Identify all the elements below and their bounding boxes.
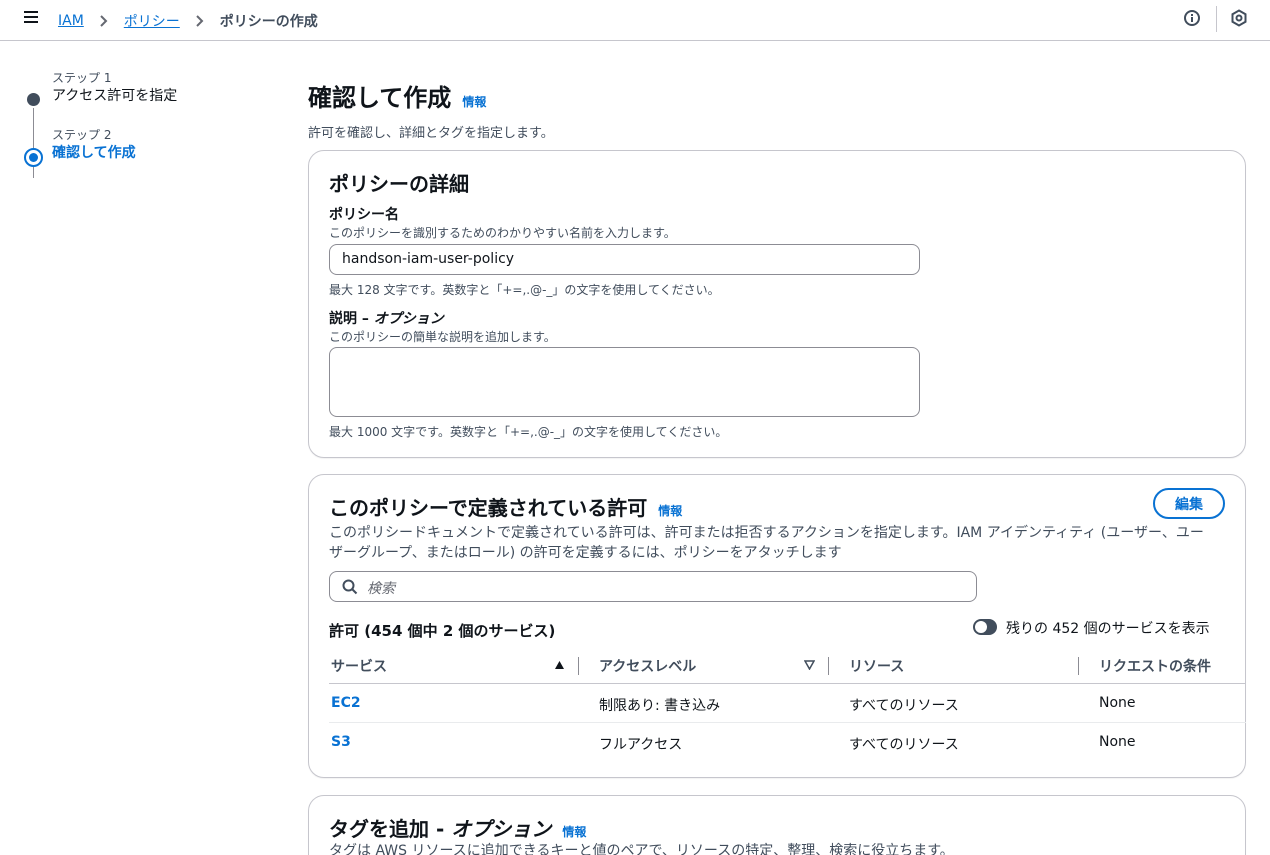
panel-title: このポリシーで定義されている許可 — [329, 496, 648, 520]
breadcrumb-policies[interactable]: ポリシー — [124, 11, 180, 31]
menu-icon[interactable] — [24, 11, 38, 23]
top-navigation: IAM ポリシー ポリシーの作成 — [0, 0, 1270, 41]
toggle-label: 残りの 452 個のサービスを表示 — [1006, 621, 1210, 637]
info-link[interactable]: 情報 — [658, 504, 682, 518]
permissions-table: サービス アクセスレベル リソース リクエストの条件 EC2 制限あり: 書き込… — [329, 645, 1246, 762]
info-link[interactable]: 情報 — [562, 825, 586, 839]
policy-name-input[interactable]: handson-iam-user-policy — [329, 244, 920, 275]
chevron-right-icon — [192, 13, 208, 29]
tags-header: タグを追加 - オプション 情報 — [329, 813, 586, 842]
search-icon — [342, 579, 358, 595]
chevron-right-icon — [96, 13, 112, 29]
step-indicator-icon — [27, 93, 40, 106]
service-link[interactable]: EC2 — [331, 695, 361, 711]
info-icon[interactable] — [1183, 9, 1201, 27]
panel-title-text: タグを追加 - — [329, 817, 452, 841]
sort-ascending-icon[interactable] — [554, 658, 565, 674]
access-level-cell: 制限あり: 書き込み — [599, 698, 721, 714]
description-hint: このポリシーの簡単な説明を追加します。 — [329, 330, 556, 344]
page-title: 確認して作成 — [308, 84, 452, 112]
table-title: 許可 (454 個中 2 個のサービス) — [329, 622, 556, 640]
column-header-resource[interactable]: リソース — [849, 656, 904, 676]
resource-cell: すべてのリソース — [849, 698, 959, 714]
description-label-text: 説明 – — [329, 311, 374, 327]
resource-cell: すべてのリソース — [849, 737, 959, 753]
column-header-condition[interactable]: リクエストの条件 — [1099, 656, 1211, 676]
condition-cell: None — [1099, 695, 1136, 711]
description-label: 説明 – オプション — [329, 308, 444, 328]
policy-details-panel: ポリシーの詳細 ポリシー名 このポリシーを識別するためのわかりやすい名前を入力し… — [308, 150, 1246, 458]
wizard-steps: ステップ 1 アクセス許可を指定 ステップ 2 確認して作成 — [24, 70, 264, 184]
policy-name-label: ポリシー名 — [329, 207, 399, 223]
step-caption: ステップ 1 — [52, 71, 112, 85]
policy-name-constraint: 最大 128 文字です。英数字と「+=,.@-_」の文字を使用してください。 — [329, 283, 720, 297]
description-line: ザーグループ、またはロール) の許可を定義するには、ポリシーをアタッチします — [329, 545, 842, 561]
table-row: EC2 制限あり: 書き込み すべてのリソース None — [329, 684, 1246, 723]
description-line: このポリシードキュメントで定義されている許可は、許可または拒否するアクションを指… — [329, 525, 1204, 541]
edit-button[interactable]: 編集 — [1153, 488, 1225, 519]
service-link[interactable]: S3 — [331, 734, 351, 750]
permissions-panel: このポリシーで定義されている許可 情報 編集 このポリシードキュメントで定義され… — [308, 474, 1246, 778]
panel-title: タグを追加 - オプション — [329, 817, 551, 841]
tags-description: タグは AWS リソースに追加できるキーと値のペアで、リソースの特定、整理、検索… — [329, 843, 954, 855]
breadcrumb: IAM ポリシー ポリシーの作成 — [58, 11, 318, 31]
permissions-header: このポリシーで定義されている許可 情報 — [329, 492, 682, 521]
policy-name-description: このポリシーを識別するためのわかりやすい名前を入力します。 — [329, 226, 676, 240]
column-separator[interactable] — [578, 657, 579, 675]
column-separator[interactable] — [1078, 657, 1079, 675]
step-2: ステップ 2 確認して作成 — [24, 127, 264, 167]
step-title: 確認して作成 — [52, 145, 136, 161]
permissions-description: このポリシードキュメントで定義されている許可は、許可または拒否するアクションを指… — [329, 523, 1229, 563]
table-row: S3 フルアクセス すべてのリソース None — [329, 723, 1246, 762]
column-separator[interactable] — [828, 657, 829, 675]
step-1[interactable]: ステップ 1 アクセス許可を指定 — [24, 70, 264, 106]
optional-text: オプション — [373, 311, 444, 327]
sort-icon[interactable] — [803, 658, 816, 674]
breadcrumb-current: ポリシーの作成 — [219, 14, 318, 30]
show-remaining-toggle[interactable] — [973, 619, 997, 635]
settings-icon[interactable] — [1230, 9, 1248, 27]
info-link[interactable]: 情報 — [462, 95, 486, 109]
search-input[interactable]: 検索 — [329, 571, 977, 602]
page-header: 確認して作成 情報 許可を確認し、詳細とタグを指定します。 — [308, 78, 554, 141]
breadcrumb-iam[interactable]: IAM — [58, 13, 84, 29]
condition-cell: None — [1099, 734, 1136, 750]
step-title: アクセス許可を指定 — [52, 88, 178, 104]
search-placeholder: 検索 — [367, 581, 395, 597]
divider — [1216, 6, 1217, 32]
description-textarea[interactable] — [329, 347, 920, 417]
table-header: サービス アクセスレベル リソース リクエストの条件 — [329, 645, 1246, 684]
step-caption: ステップ 2 — [52, 128, 112, 142]
optional-text: オプション — [451, 817, 552, 841]
panel-title: ポリシーの詳細 — [329, 172, 469, 196]
access-level-cell: フルアクセス — [599, 737, 683, 753]
page-description: 許可を確認し、詳細とタグを指定します。 — [308, 126, 554, 141]
tags-panel: タグを追加 - オプション 情報 タグは AWS リソースに追加できるキーと値の… — [308, 795, 1246, 855]
step-active-indicator-icon — [24, 148, 43, 167]
column-header-service[interactable]: サービス — [331, 656, 387, 676]
description-constraint: 最大 1000 文字です。英数字と「+=,.@-_」の文字を使用してください。 — [329, 425, 728, 439]
column-header-access-level[interactable]: アクセスレベル — [599, 656, 696, 676]
